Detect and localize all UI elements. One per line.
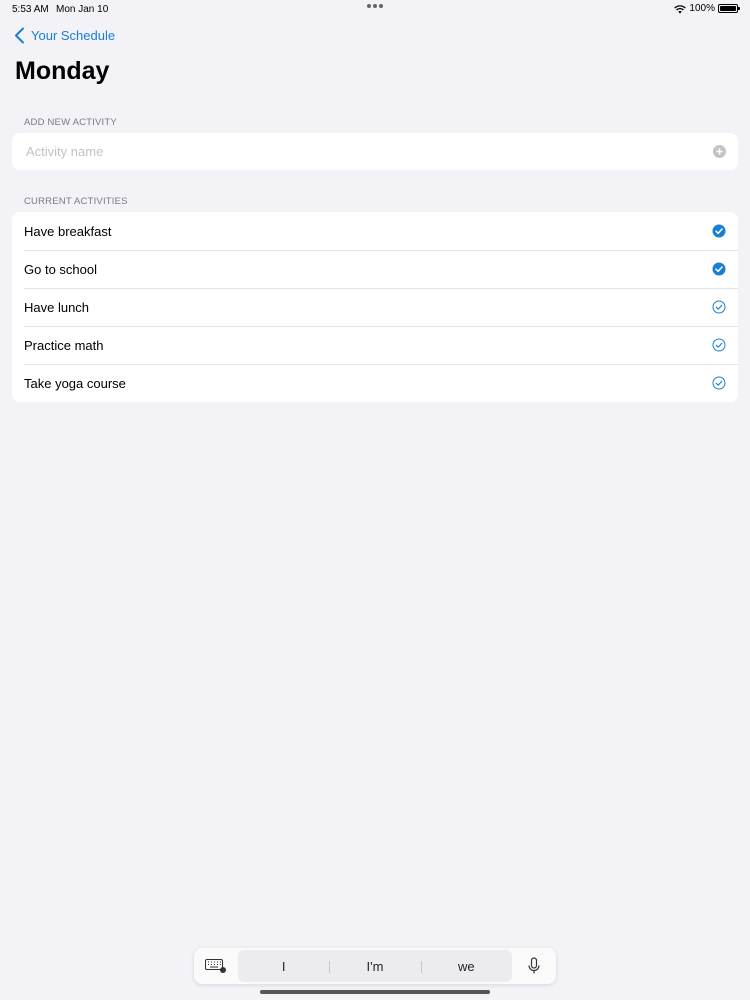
predictive-suggestions: I I'm we — [238, 950, 512, 982]
back-button-label: Your Schedule — [31, 28, 116, 43]
page-title: Monday — [15, 57, 110, 85]
checkmark-circle-outline-icon[interactable] — [712, 338, 726, 352]
activities-list: Have breakfast Go to school Have lunch P… — [12, 212, 738, 402]
home-indicator[interactable] — [260, 990, 490, 994]
keyboard-icon[interactable] — [194, 948, 238, 984]
wifi-icon — [674, 4, 687, 13]
add-activity-row — [12, 133, 738, 170]
back-button[interactable]: Your Schedule — [14, 27, 115, 44]
status-bar: 5:53 AM Mon Jan 10 100% — [0, 0, 750, 20]
list-item[interactable]: Have lunch — [12, 288, 738, 326]
suggestion-item[interactable]: I — [238, 959, 329, 974]
list-item[interactable]: Go to school — [12, 250, 738, 288]
checkmark-circle-filled-icon[interactable] — [712, 262, 726, 276]
add-activity-section-header: ADD NEW ACTIVITY — [24, 117, 117, 128]
list-item[interactable]: Take yoga course — [12, 364, 738, 402]
current-activities-section-header: CURRENT ACTIVITIES — [24, 196, 128, 207]
multitasking-dots-icon[interactable] — [367, 4, 383, 8]
add-circle-icon[interactable] — [713, 145, 726, 158]
activity-name-input[interactable] — [24, 143, 713, 160]
status-date: Mon Jan 10 — [56, 4, 109, 15]
add-activity-card — [12, 133, 738, 170]
checkmark-circle-outline-icon[interactable] — [712, 376, 726, 390]
suggestion-item[interactable]: we — [420, 959, 512, 974]
suggestion-item[interactable]: I'm — [329, 959, 420, 974]
keyboard-shortcut-bar: I I'm we — [194, 948, 556, 984]
status-indicators: 100% — [674, 3, 740, 14]
checkmark-circle-outline-icon[interactable] — [712, 300, 726, 314]
microphone-icon[interactable] — [526, 957, 542, 975]
battery-percent: 100% — [689, 3, 715, 14]
checkmark-circle-filled-icon[interactable] — [712, 224, 726, 238]
activity-label: Practice math — [24, 337, 104, 353]
chevron-left-icon — [15, 27, 24, 44]
activity-label: Have lunch — [24, 299, 90, 315]
list-item[interactable]: Have breakfast — [12, 212, 738, 250]
list-item[interactable]: Practice math — [12, 326, 738, 364]
activity-label: Take yoga course — [24, 375, 126, 391]
battery-icon — [718, 4, 740, 13]
status-time: 5:53 AM — [12, 4, 49, 15]
activity-label: Go to school — [24, 261, 97, 277]
activity-label: Have breakfast — [24, 223, 112, 239]
